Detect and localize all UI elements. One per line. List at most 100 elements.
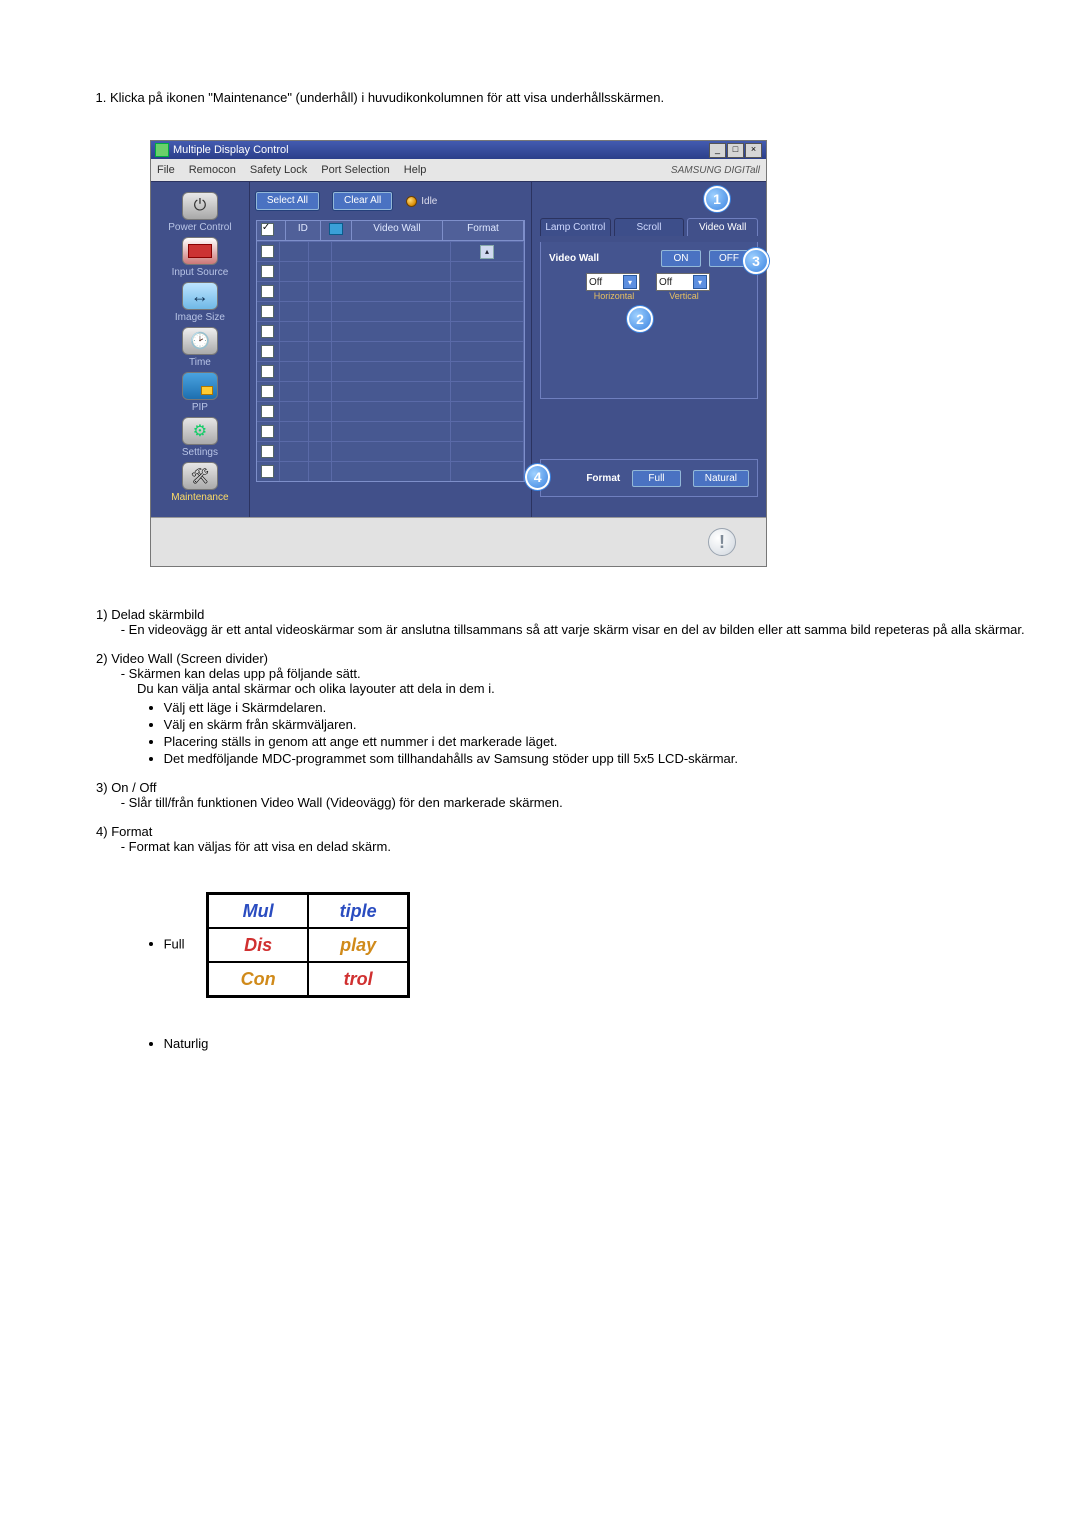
- scroll-up-icon[interactable]: ▴: [480, 245, 494, 259]
- sidebar-label: PIP: [155, 402, 245, 413]
- table-row[interactable]: ▴: [257, 241, 524, 261]
- header-checkbox[interactable]: [261, 223, 274, 236]
- callout-4: 4: [525, 464, 550, 490]
- sidebar-item-image-size[interactable]: Image Size: [155, 282, 245, 323]
- sidebar-item-input-source[interactable]: Input Source: [155, 237, 245, 278]
- format-natural-label: Naturlig: [164, 1036, 209, 1051]
- desc-2-line1: Skärmen kan delas upp på följande sätt.: [129, 666, 361, 681]
- format-panel: 4 Format Full Natural: [540, 459, 758, 497]
- table-row[interactable]: [257, 281, 524, 301]
- idle-indicator: Idle: [406, 196, 437, 207]
- table-row[interactable]: [257, 261, 524, 281]
- clear-all-button[interactable]: Clear All: [333, 192, 392, 210]
- grid-header-format[interactable]: Format: [443, 221, 524, 240]
- tab-video-wall[interactable]: Video Wall: [687, 218, 758, 236]
- vertical-dropdown[interactable]: Off ▾: [656, 273, 710, 291]
- video-wall-on-button[interactable]: ON: [661, 250, 701, 267]
- title-3: On / Off: [111, 780, 156, 795]
- minimize-button[interactable]: _: [709, 143, 726, 158]
- intro-list: Klicka på ikonen "Maintenance" (underhål…: [90, 90, 1040, 105]
- callout-1: 1: [704, 186, 730, 212]
- menu-port-selection[interactable]: Port Selection: [321, 164, 389, 176]
- display-status-icon: [329, 223, 343, 235]
- table-row[interactable]: [257, 361, 524, 381]
- sidebar-label: Image Size: [155, 312, 245, 323]
- row-checkbox[interactable]: [261, 305, 274, 318]
- row-checkbox[interactable]: [261, 245, 274, 258]
- bullet: Placering ställs in genom att ange ett n…: [164, 734, 1040, 749]
- tab-lamp-control[interactable]: Lamp Control: [540, 218, 611, 236]
- grid-header-id[interactable]: ID: [286, 221, 321, 240]
- video-wall-label: Video Wall: [549, 253, 653, 264]
- sidebar-item-time[interactable]: Time: [155, 327, 245, 368]
- sidebar-label: Maintenance: [155, 492, 245, 503]
- desc-section-1: 1) Delad skärmbild - En videovägg är ett…: [96, 607, 1040, 637]
- video-wall-panel: Video Wall ON OFF 3 Off ▾ Horizontal: [540, 242, 758, 399]
- num-4: 4): [96, 824, 108, 839]
- sidebar-item-power-control[interactable]: Power Control: [155, 192, 245, 233]
- format-natural-button[interactable]: Natural: [693, 470, 749, 487]
- table-row[interactable]: [257, 341, 524, 361]
- table-row[interactable]: [257, 441, 524, 461]
- bullet: Välj en skärm från skärmväljaren.: [164, 717, 1040, 732]
- row-checkbox[interactable]: [261, 445, 274, 458]
- power-icon: [182, 192, 218, 220]
- table-row[interactable]: [257, 421, 524, 441]
- title-2: Video Wall (Screen divider): [111, 651, 268, 666]
- row-checkbox[interactable]: [261, 405, 274, 418]
- sidebar-label: Time: [155, 357, 245, 368]
- center-panel: Select All Clear All Idle ID Video Wall …: [249, 182, 532, 517]
- table-row[interactable]: [257, 321, 524, 341]
- app-icon: [155, 143, 169, 157]
- sidebar-item-pip[interactable]: PIP: [155, 372, 245, 413]
- grid-body: ▴: [256, 241, 525, 482]
- row-checkbox[interactable]: [261, 425, 274, 438]
- row-checkbox[interactable]: [261, 285, 274, 298]
- menu-help[interactable]: Help: [404, 164, 427, 176]
- row-checkbox[interactable]: [261, 465, 274, 478]
- maximize-button[interactable]: □: [727, 143, 744, 158]
- close-button[interactable]: ×: [745, 143, 762, 158]
- select-all-button[interactable]: Select All: [256, 192, 319, 210]
- menu-remocon[interactable]: Remocon: [189, 164, 236, 176]
- grid-header-video-wall[interactable]: Video Wall: [352, 221, 443, 240]
- menu-safety-lock[interactable]: Safety Lock: [250, 164, 307, 176]
- row-checkbox[interactable]: [261, 385, 274, 398]
- warning-icon: !: [708, 528, 736, 556]
- table-row[interactable]: [257, 381, 524, 401]
- format-bullet-natural: Naturlig: [164, 1036, 1040, 1051]
- table-row[interactable]: [257, 301, 524, 321]
- right-panel: 1 Lamp Control Scroll Video Wall Video W…: [532, 182, 766, 517]
- sidebar-item-settings[interactable]: Settings: [155, 417, 245, 458]
- diag-cell: Mul: [208, 894, 308, 928]
- row-checkbox[interactable]: [261, 265, 274, 278]
- desc-2-line2: Du kan välja antal skärmar och olika lay…: [137, 681, 495, 696]
- row-checkbox[interactable]: [261, 345, 274, 358]
- num-3: 3): [96, 780, 108, 795]
- tab-scroll[interactable]: Scroll: [614, 218, 685, 236]
- table-row[interactable]: [257, 461, 524, 481]
- sidebar-item-maintenance[interactable]: Maintenance: [155, 462, 245, 503]
- row-checkbox[interactable]: [261, 325, 274, 338]
- horizontal-dropdown[interactable]: Off ▾: [586, 273, 640, 291]
- chevron-down-icon: ▾: [693, 275, 707, 289]
- horizontal-sub-label: Horizontal: [586, 291, 642, 301]
- desc-section-2: 2) Video Wall (Screen divider) - Skärmen…: [96, 651, 1040, 766]
- menu-file[interactable]: File: [157, 164, 175, 176]
- desc-1-line: En videovägg är ett antal videoskärmar s…: [129, 622, 1025, 637]
- sidebar-label: Input Source: [155, 267, 245, 278]
- horizontal-value: Off: [589, 277, 602, 288]
- mdc-window: Multiple Display Control _ □ × File Remo…: [150, 140, 767, 567]
- settings-icon: [182, 417, 218, 445]
- vertical-value: Off: [659, 277, 672, 288]
- title-1: Delad skärmbild: [111, 607, 204, 622]
- grid-header: ID Video Wall Format: [256, 220, 525, 241]
- full-mode-diagram: Mul tiple Dis play Con trol: [206, 892, 410, 998]
- format-full-button[interactable]: Full: [632, 470, 681, 487]
- row-checkbox[interactable]: [261, 365, 274, 378]
- intro-item: Klicka på ikonen "Maintenance" (underhål…: [110, 90, 1040, 105]
- table-row[interactable]: [257, 401, 524, 421]
- diag-cell: tiple: [308, 894, 408, 928]
- sidebar-label: Power Control: [155, 222, 245, 233]
- window-title: Multiple Display Control: [173, 144, 709, 156]
